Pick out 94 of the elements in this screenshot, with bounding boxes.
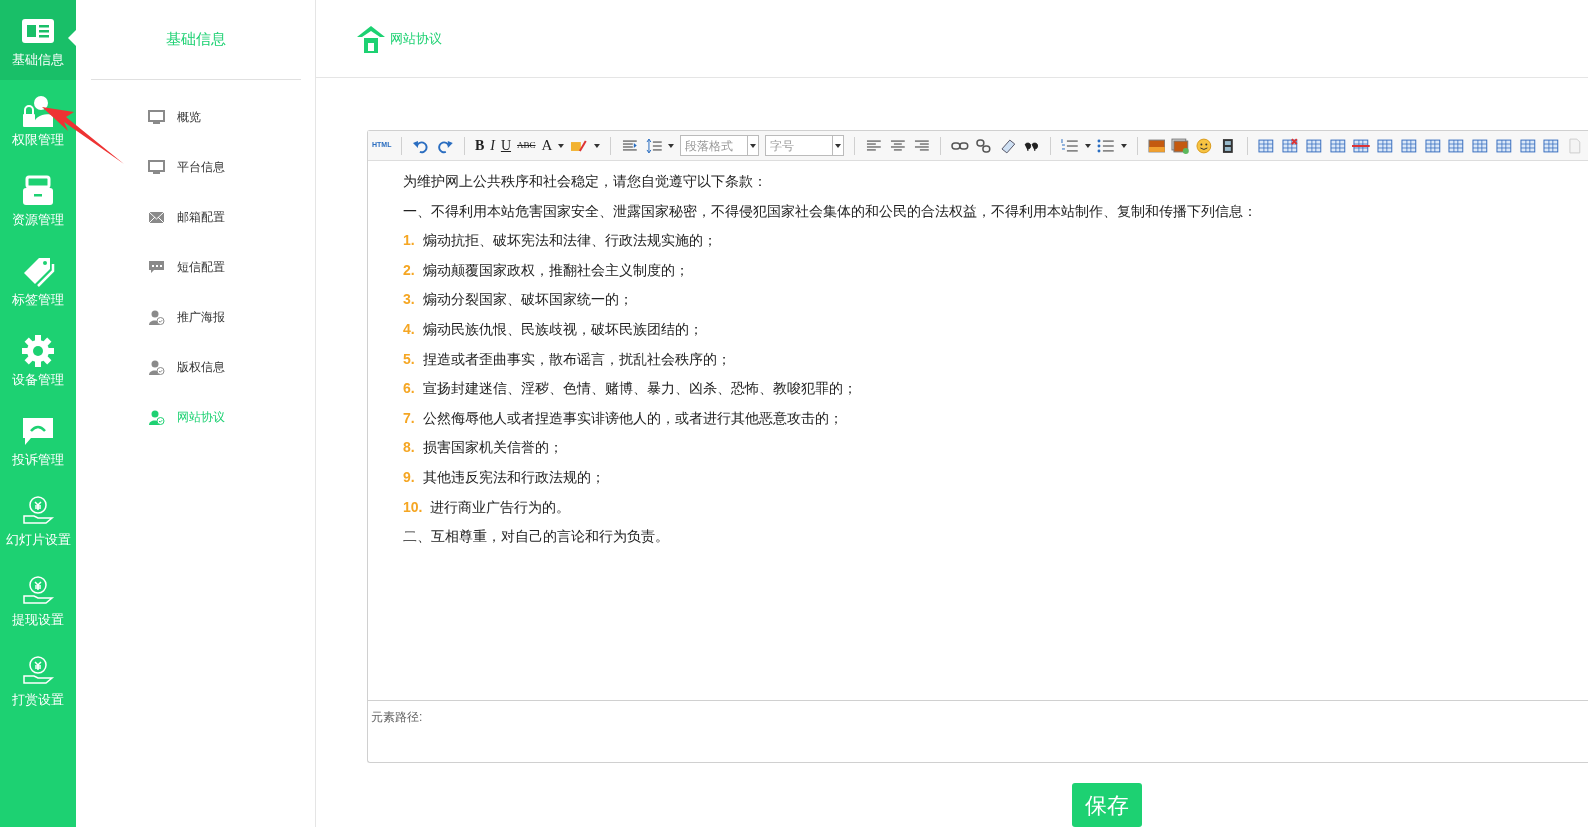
list-number: 7.	[403, 408, 415, 428]
rail-item[interactable]: 设备管理	[0, 320, 76, 400]
toolbar-select[interactable]: 字号	[765, 135, 845, 156]
settings-icon	[21, 333, 55, 368]
table-icon[interactable]	[1494, 137, 1513, 154]
list-number: 5.	[403, 349, 415, 369]
list-text: 其他违反宪法和行政法规的；	[422, 467, 605, 487]
user-lock-icon	[21, 93, 55, 128]
bullet-list-icon[interactable]	[1096, 137, 1115, 154]
table-icon[interactable]	[1257, 137, 1276, 154]
house-icon	[356, 23, 386, 54]
list-text: 宣扬封建迷信、淫秽、色情、赌博、暴力、凶杀、恐怖、教唆犯罪的；	[422, 379, 857, 399]
rail-item[interactable]: 幻灯片设置	[0, 480, 76, 560]
format-button[interactable]: I	[490, 135, 495, 156]
align-icon[interactable]	[888, 137, 907, 154]
list-text: 煽动抗拒、破坏宪法和法律、行政法规实施的；	[422, 231, 717, 251]
page-title: 网站协议	[390, 29, 442, 48]
paragraph: 二、互相尊重，对自己的言论和行为负责。	[403, 527, 670, 547]
smiley-icon[interactable]	[1195, 137, 1213, 154]
table-icon[interactable]	[1328, 137, 1347, 154]
align-icon[interactable]	[865, 137, 883, 154]
caret-icon[interactable]	[835, 143, 842, 148]
submenu-item[interactable]: 概览	[76, 92, 315, 142]
table-icon[interactable]	[1471, 137, 1489, 154]
rail-item[interactable]: 权限管理	[0, 80, 76, 160]
table-icon[interactable]	[1352, 137, 1371, 154]
images-icon[interactable]	[1171, 137, 1190, 154]
image-icon[interactable]	[1147, 137, 1166, 154]
list-text: 煽动分裂国家、破坏国家统一的；	[422, 290, 633, 310]
caret-icon[interactable]	[1085, 143, 1091, 148]
list-number: 10.	[403, 497, 423, 517]
unlink-icon[interactable]	[975, 137, 993, 154]
table-icon[interactable]	[1423, 137, 1442, 154]
rail-item[interactable]: 提现设置	[0, 560, 76, 640]
list-number: 6.	[403, 379, 415, 399]
paragraph: 一、不得利用本站危害国家安全、泄露国家秘密，不得侵犯国家社会集体的和公民的合法权益，不得利用本站制作、复制和传播下列信息：	[403, 201, 1258, 221]
monitor-icon	[148, 159, 165, 175]
submenu-item[interactable]: 邮箱配置	[76, 192, 315, 242]
submenu-title: 基础信息	[165, 29, 226, 50]
caret-icon[interactable]	[1120, 143, 1127, 148]
format-button[interactable]: U	[500, 135, 512, 156]
paragraph: 为维护网上公共秩序和社会稳定，请您自觉遵守以下条款：	[403, 172, 768, 191]
list-text: 损害国家机关信誉的；	[422, 438, 563, 458]
list-number: 8.	[403, 438, 415, 458]
save-button[interactable]: 保存	[1072, 783, 1142, 827]
user-check-icon	[148, 359, 165, 375]
toolbar-select[interactable]: 段落格式	[680, 135, 760, 156]
submenu-item[interactable]: 短信配置	[76, 242, 315, 292]
list-number: 3.	[403, 290, 415, 310]
indent-icon[interactable]	[620, 137, 639, 154]
align-icon[interactable]	[912, 137, 931, 154]
list-number: 2.	[403, 260, 415, 280]
table-icon[interactable]	[1447, 137, 1466, 154]
caret-icon[interactable]	[594, 143, 600, 148]
format-button[interactable]: ABC	[517, 138, 536, 153]
drawer-icon	[21, 173, 55, 208]
table-icon[interactable]	[1518, 137, 1537, 154]
pointer-notch	[68, 30, 76, 46]
list-number: 1.	[403, 231, 415, 251]
user-check-icon	[148, 309, 165, 325]
envelope-icon	[148, 209, 165, 225]
list-text: 进行商业广告行为的。	[430, 497, 571, 517]
table-icon[interactable]	[1399, 137, 1418, 154]
list-text: 煽动民族仇恨、民族歧视，破坏民族团结的；	[422, 319, 703, 339]
element-path-label: 元素路径:	[371, 710, 423, 724]
numbered-list-icon[interactable]	[1061, 137, 1080, 154]
user-check-icon	[148, 409, 165, 425]
table-icon[interactable]	[1304, 137, 1323, 154]
submenu-item[interactable]: 推广海报	[76, 292, 315, 342]
chat-icon	[148, 259, 165, 275]
list-text: 公然侮辱他人或者捏造事实诽谤他人的，或者进行其他恶意攻击的；	[422, 408, 843, 428]
line-height-icon[interactable]	[644, 137, 663, 154]
table-icon[interactable]	[1281, 137, 1299, 154]
submenu-item[interactable]: 网站协议	[76, 392, 315, 442]
list-text: 捏造或者歪曲事实，散布谣言，扰乱社会秩序的；	[422, 349, 731, 369]
list-number: 9.	[403, 467, 415, 487]
list-number: 4.	[403, 319, 415, 339]
rail-item[interactable]: 打赏设置	[0, 640, 76, 720]
table-icon[interactable]	[1542, 137, 1561, 154]
rail-item[interactable]: 标签管理	[0, 240, 76, 320]
rail-item[interactable]: 投诉管理	[0, 400, 76, 480]
list-text: 煽动颠覆国家政权，推翻社会主义制度的；	[422, 260, 689, 280]
submenu-item[interactable]: 平台信息	[76, 142, 315, 192]
rail-item[interactable]: 基础信息	[0, 0, 76, 80]
monitor-icon	[148, 109, 165, 125]
caret-icon[interactable]	[668, 143, 675, 148]
caret-icon[interactable]	[750, 143, 757, 148]
submenu-item[interactable]: 版权信息	[76, 342, 315, 392]
table-icon[interactable]	[1376, 137, 1394, 154]
rail-item[interactable]: 资源管理	[0, 160, 76, 240]
eraser-icon[interactable]	[998, 137, 1017, 154]
format-button[interactable]: B	[474, 135, 485, 156]
format-button[interactable]: A	[541, 134, 553, 157]
caret-icon[interactable]	[558, 143, 565, 148]
